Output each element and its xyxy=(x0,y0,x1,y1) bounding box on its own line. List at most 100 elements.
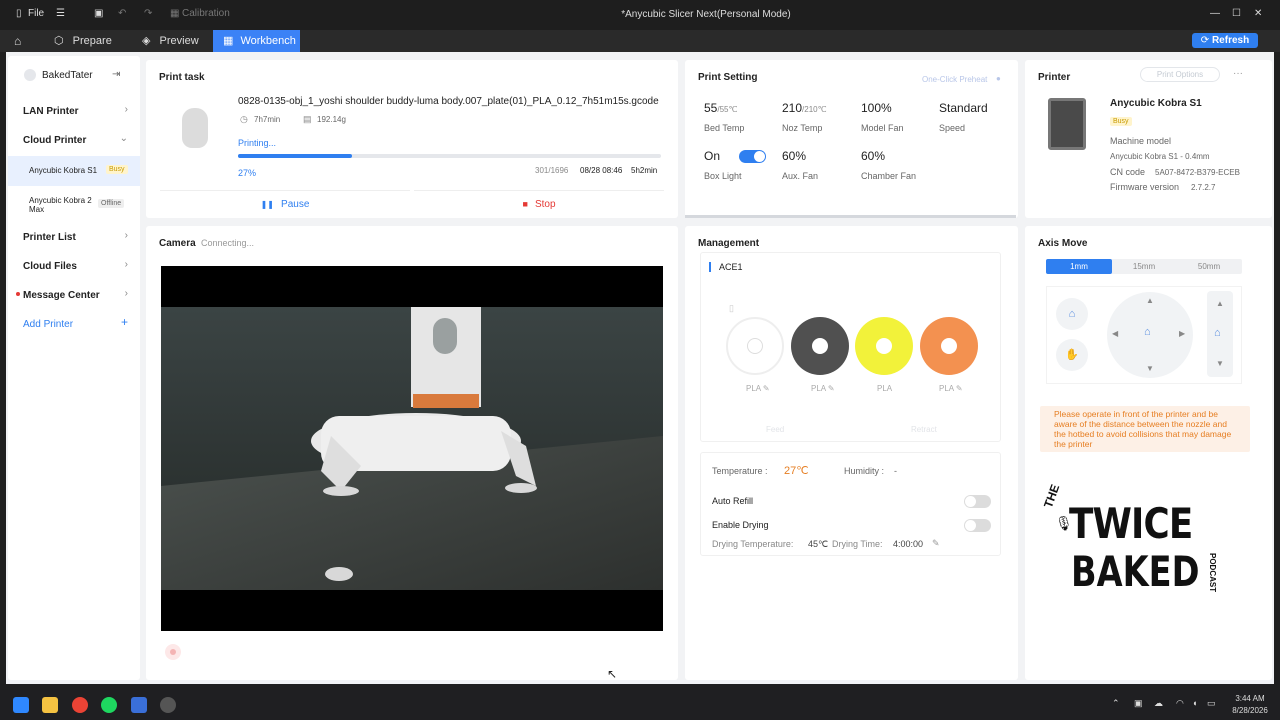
print-options-button[interactable]: Print Options xyxy=(1140,67,1220,82)
stop-icon: ■ xyxy=(522,199,528,209)
tab-prepare[interactable]: ⬡ Prepare xyxy=(50,30,130,52)
preheat-icon: ● xyxy=(996,74,1001,83)
scroll-indicator xyxy=(685,215,1016,218)
cn-code-label: CN code xyxy=(1110,167,1146,177)
printer-item-kobra-s1[interactable]: Anycubic Kobra S1 Busy xyxy=(8,156,140,186)
hand-icon: ✋ xyxy=(1065,349,1079,361)
speed-label: Speed xyxy=(939,123,966,133)
windows-start-icon[interactable] xyxy=(13,697,29,713)
spool-slot-3[interactable] xyxy=(855,317,913,375)
close-icon[interactable]: ✕ xyxy=(1254,8,1262,19)
humidity-value: - xyxy=(894,466,897,476)
home-center-icon[interactable]: ⌂ xyxy=(1144,326,1151,338)
anycubic-slicer-icon[interactable] xyxy=(131,697,147,713)
stop-label: Stop xyxy=(534,199,556,210)
chrome-icon[interactable] xyxy=(72,697,88,713)
spool-4-material[interactable]: PLA ✎ xyxy=(939,384,963,393)
y-minus-icon[interactable]: ▼ xyxy=(1146,364,1154,373)
more-icon[interactable]: ··· xyxy=(1233,68,1243,79)
spool-hub xyxy=(941,338,957,354)
xy-jog-pad[interactable]: ▲ ▼ ◀ ▶ ⌂ xyxy=(1107,292,1193,378)
sidebar-item-printer-list[interactable]: Printer List › xyxy=(8,224,140,250)
one-click-preheat-button[interactable]: One-Click Preheat xyxy=(922,75,987,84)
step-15mm[interactable]: 15mm xyxy=(1112,259,1176,274)
x-plus-icon[interactable]: ▶ xyxy=(1179,329,1185,338)
onedrive-icon[interactable]: ☁ xyxy=(1154,698,1163,709)
spool-slot-1[interactable] xyxy=(726,317,784,375)
auto-refill-toggle[interactable] xyxy=(964,495,991,508)
aux-fan-value[interactable]: 60% xyxy=(782,149,806,163)
z-minus-icon[interactable]: ▼ xyxy=(1216,359,1224,368)
nozzle-temp[interactable]: 210/210℃ xyxy=(782,101,827,115)
stop-button[interactable]: ■ Stop xyxy=(414,190,664,216)
step-50mm[interactable]: 50mm xyxy=(1176,259,1242,274)
tab-workbench[interactable]: ▦ Workbench xyxy=(213,30,300,52)
unlock-motors-button[interactable]: ✋ xyxy=(1056,339,1088,371)
bed-temp[interactable]: 55/55℃ xyxy=(704,101,737,115)
taskbar-time[interactable]: 3:44 AM xyxy=(1230,694,1270,703)
chamber-fan-value[interactable]: 60% xyxy=(861,149,885,163)
box-light-toggle[interactable] xyxy=(739,150,766,163)
auto-refill-label: Auto Refill xyxy=(712,496,754,506)
step-1mm[interactable]: 1mm xyxy=(1046,259,1112,274)
tray-icon[interactable]: ▣ xyxy=(1134,698,1143,709)
sidebar-item-lan-printer[interactable]: LAN Printer › xyxy=(8,98,140,124)
spool-hub xyxy=(812,338,828,354)
tab-preview[interactable]: ◈ Preview xyxy=(138,30,218,52)
x-minus-icon[interactable]: ◀ xyxy=(1112,329,1118,338)
chevron-up-icon[interactable]: ⌃ xyxy=(1112,698,1120,709)
sidebar-item-label: Cloud Files xyxy=(23,261,77,272)
list-icon[interactable]: ☰ xyxy=(56,8,65,19)
taskbar-date[interactable]: 8/28/2026 xyxy=(1226,706,1274,715)
retract-button[interactable]: Retract xyxy=(911,425,937,434)
sidebar-item-cloud-files[interactable]: Cloud Files › xyxy=(8,253,140,279)
clock-icon: ◷ xyxy=(240,114,248,124)
spool-slot-4[interactable] xyxy=(920,317,978,375)
app-icon[interactable] xyxy=(160,697,176,713)
tab-prepare-label: Prepare xyxy=(72,35,112,47)
spool-2-material[interactable]: PLA ✎ xyxy=(811,384,835,393)
feed-button[interactable]: Feed xyxy=(766,425,784,434)
home-z-icon[interactable]: ⌂ xyxy=(1214,327,1221,339)
sidebar-item-label: Message Center xyxy=(23,290,100,301)
logout-icon[interactable]: ⇥ xyxy=(112,69,120,80)
edit-icon[interactable]: ✎ xyxy=(932,538,940,549)
spotify-icon[interactable] xyxy=(101,697,117,713)
sidebar-item-cloud-printer[interactable]: Cloud Printer ⌄ xyxy=(8,127,140,153)
y-plus-icon[interactable]: ▲ xyxy=(1146,296,1154,305)
calibration-menu[interactable]: Calibration xyxy=(182,8,230,19)
undo-icon[interactable]: ↶ xyxy=(118,8,126,19)
chevron-right-icon: › xyxy=(124,259,128,270)
file-icon[interactable]: ▯ xyxy=(16,8,22,19)
maximize-icon[interactable]: ☐ xyxy=(1232,8,1241,19)
spool-1-material[interactable]: PLA ✎ xyxy=(746,384,770,393)
chevron-down-icon: ⌄ xyxy=(119,133,128,144)
drying-time-label: Drying Time: xyxy=(832,539,883,549)
panel-title: Management xyxy=(698,238,760,249)
battery-icon[interactable]: ▭ xyxy=(1207,698,1216,709)
axis-move-panel: Axis Move 1mm 15mm 50mm ⌂ ✋ ▲ ▼ ◀ ▶ ⌂ ▲ … xyxy=(1025,226,1272,680)
volume-icon[interactable]: ◖ xyxy=(1192,698,1197,708)
redo-icon[interactable]: ↷ xyxy=(144,8,152,19)
speed-value[interactable]: Standard xyxy=(939,101,988,115)
printer-item-kobra-2-max[interactable]: Anycubic Kobra 2 Max Offline xyxy=(8,190,140,218)
file-menu[interactable]: File xyxy=(28,8,44,19)
minimize-icon[interactable]: — xyxy=(1210,8,1220,19)
file-explorer-icon[interactable] xyxy=(42,697,58,713)
calibration-icon[interactable]: ▦ xyxy=(170,8,179,19)
add-printer-button[interactable]: Add Printer + xyxy=(8,311,140,337)
record-button[interactable] xyxy=(165,644,181,660)
refresh-button[interactable]: ⟳ Refresh xyxy=(1192,33,1258,48)
enable-drying-toggle[interactable] xyxy=(964,519,991,532)
save-icon[interactable]: ▣ xyxy=(94,8,103,19)
dryer-card: Temperature : 27℃ Humidity : - Auto Refi… xyxy=(700,452,1001,556)
home-icon[interactable]: ⌂ xyxy=(14,30,30,52)
wifi-icon[interactable]: ◠ xyxy=(1176,698,1184,709)
home-xy-button[interactable]: ⌂ xyxy=(1056,298,1088,330)
z-plus-icon[interactable]: ▲ xyxy=(1216,299,1224,308)
spool-slot-2[interactable] xyxy=(791,317,849,375)
spool-3-material[interactable]: PLA xyxy=(877,384,892,393)
sidebar-item-message-center[interactable]: Message Center › xyxy=(8,282,140,308)
model-fan-value[interactable]: 100% xyxy=(861,101,892,115)
pause-button[interactable]: ❚❚ Pause xyxy=(160,190,410,216)
